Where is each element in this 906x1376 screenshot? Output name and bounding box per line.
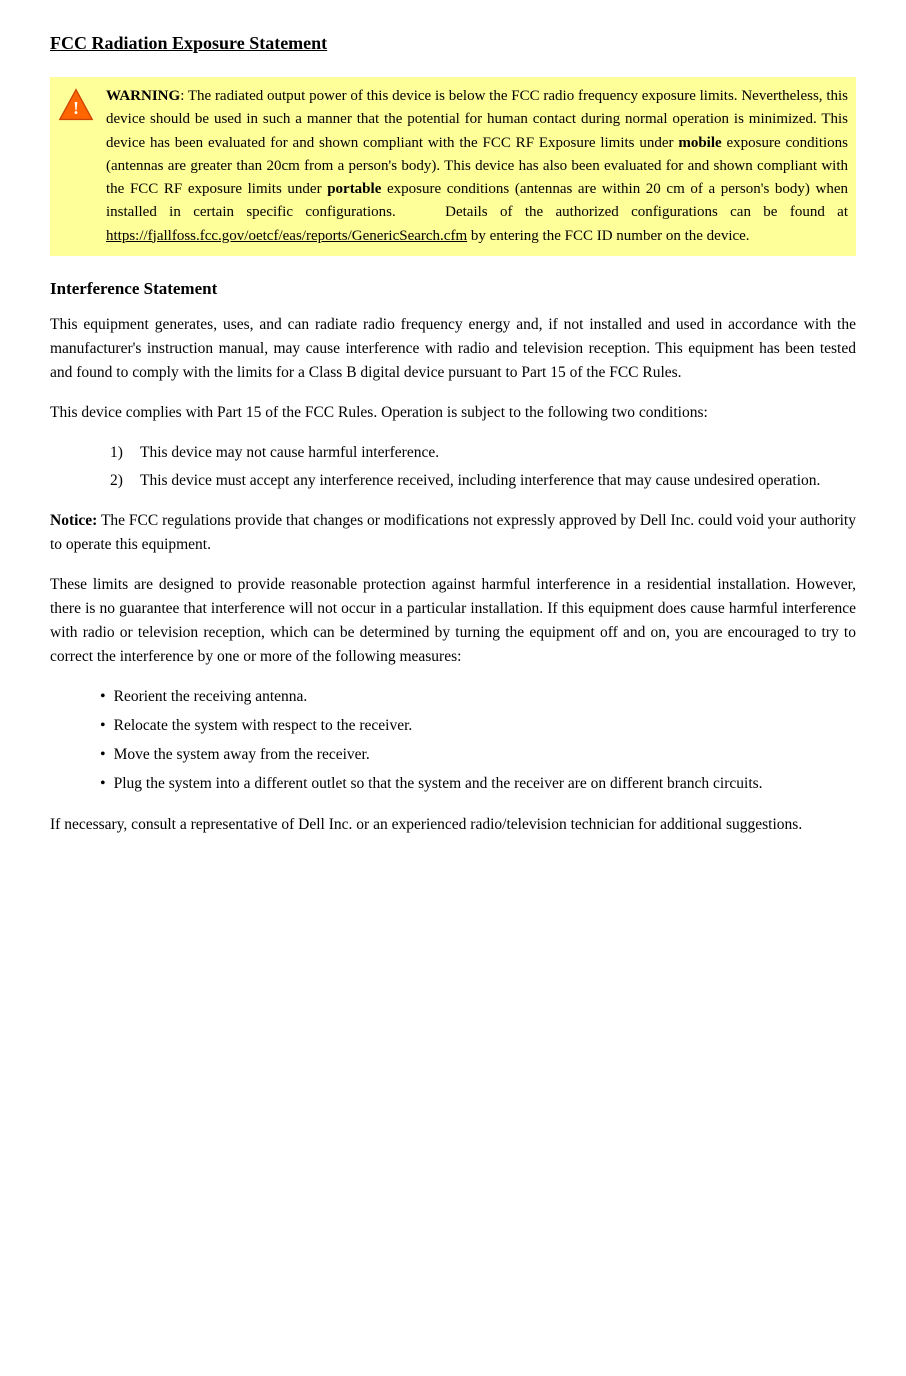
list-item-2: 2) This device must accept any interfere… <box>110 469 856 493</box>
numbered-list: 1) This device may not cause harmful int… <box>110 441 856 493</box>
warning-icon: ! <box>58 87 94 123</box>
list-num-1: 1) <box>110 441 140 465</box>
warning-text-p4: by entering the FCC ID number on the dev… <box>467 228 749 244</box>
notice-label: Notice: <box>50 512 97 529</box>
bullet-text-3: Move the system away from the receiver. <box>114 743 370 767</box>
notice-text-content: The FCC regulations provide that changes… <box>50 512 856 553</box>
notice-paragraph: Notice: The FCC regulations provide that… <box>50 509 856 557</box>
limits-paragraph: These limits are designed to provide rea… <box>50 573 856 669</box>
mobile-bold: mobile <box>678 135 721 151</box>
bullet-2: • <box>100 714 106 739</box>
portable-bold: portable <box>327 181 381 197</box>
page-title: FCC Radiation Exposure Statement <box>50 30 856 57</box>
bullet-4: • <box>100 772 106 797</box>
warning-label: WARNING <box>106 88 180 104</box>
warning-box: ! WARNING: The radiated output power of … <box>50 77 856 256</box>
final-paragraph: If necessary, consult a representative o… <box>50 813 856 837</box>
bullet-item-3: • Move the system away from the receiver… <box>100 743 856 768</box>
bullet-text-2: Relocate the system with respect to the … <box>114 714 413 738</box>
warning-text: WARNING: The radiated output power of th… <box>106 85 848 248</box>
bullet-item-1: • Reorient the receiving antenna. <box>100 685 856 710</box>
interference-paragraph1: This equipment generates, uses, and can … <box>50 313 856 385</box>
bullet-text-1: Reorient the receiving antenna. <box>114 685 308 709</box>
svg-text:!: ! <box>73 98 79 118</box>
list-item-1: 1) This device may not cause harmful int… <box>110 441 856 465</box>
list-num-2: 2) <box>110 469 140 493</box>
list-content-1: This device may not cause harmful interf… <box>140 441 439 465</box>
list-content-2: This device must accept any interference… <box>140 469 820 493</box>
bullet-item-4: • Plug the system into a different outle… <box>100 772 856 797</box>
bullet-list: • Reorient the receiving antenna. • Relo… <box>100 685 856 796</box>
bullet-1: • <box>100 685 106 710</box>
bullet-3: • <box>100 743 106 768</box>
bullet-item-2: • Relocate the system with respect to th… <box>100 714 856 739</box>
fcc-link[interactable]: https://fjallfoss.fcc.gov/oetcf/eas/repo… <box>106 228 467 244</box>
interference-paragraph2: This device complies with Part 15 of the… <box>50 401 856 425</box>
interference-heading: Interference Statement <box>50 276 856 302</box>
bullet-text-4: Plug the system into a different outlet … <box>114 772 763 796</box>
